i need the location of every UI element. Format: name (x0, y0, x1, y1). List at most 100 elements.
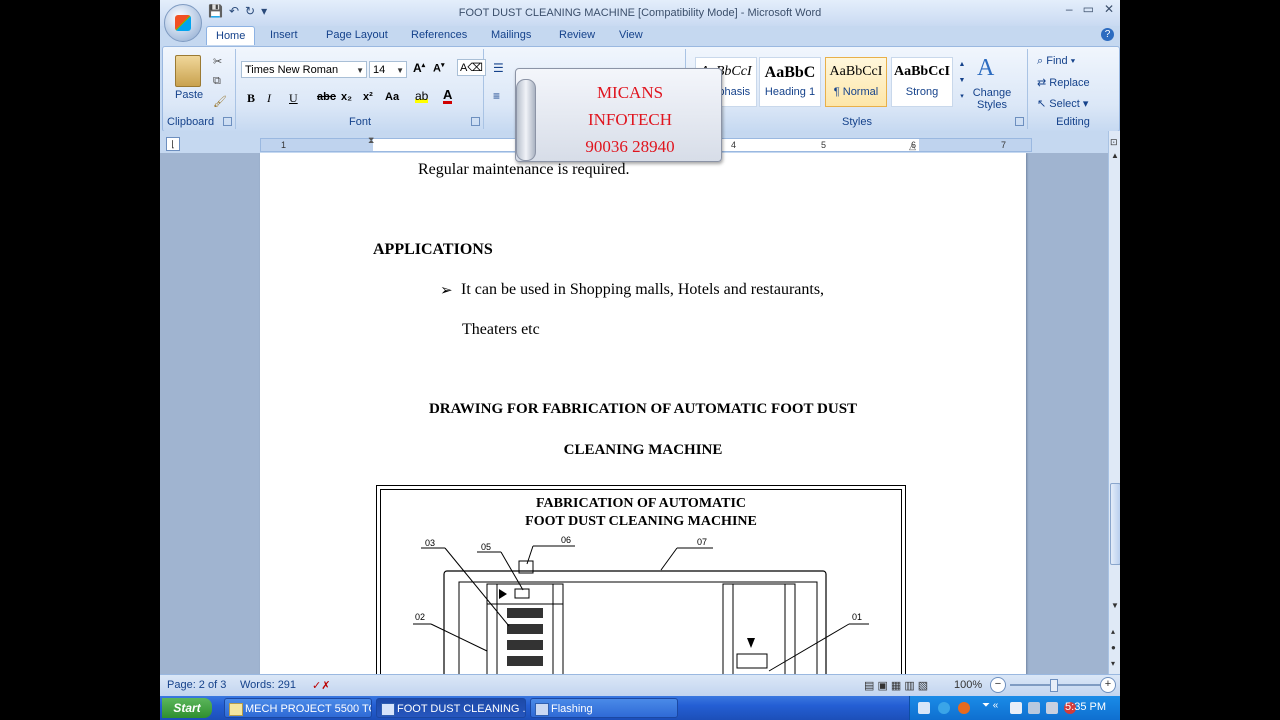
replace-icon: ⇄ (1037, 77, 1050, 89)
watermark-line-1: MICANS (596, 83, 664, 102)
bullets-icon[interactable]: ☰ (493, 61, 504, 75)
ruler-number: 1 (281, 140, 287, 150)
tab-references[interactable]: References (411, 29, 467, 41)
windows-taskbar: Start MECH PROJECT 5500 TO... FOOT DUST … (160, 696, 1120, 720)
font-family-combo[interactable]: Times New Roman ▼ (241, 61, 367, 78)
font-color-icon[interactable]: A (443, 88, 453, 104)
heading-applications: APPLICATIONS (373, 241, 493, 258)
style-name: Strong (905, 86, 939, 98)
browse-object-icon[interactable]: ● (1111, 643, 1116, 652)
select-button[interactable]: ↖ Select ▾ (1037, 97, 1088, 110)
clipboard-group: Paste ✂ ⧉ 🖌 Clipboard (163, 49, 236, 129)
format-painter-icon[interactable]: 🖌 (213, 95, 227, 108)
help-icon[interactable]: ? (1101, 28, 1114, 41)
machine-schematic (413, 545, 869, 674)
page-count[interactable]: Page: 2 of 3 (167, 679, 226, 691)
shrink-font-icon[interactable]: A▾ (433, 61, 444, 75)
part-label-06: 06 (561, 535, 572, 545)
highlight-icon[interactable]: ab (415, 89, 429, 103)
font-launcher-icon[interactable] (471, 117, 480, 126)
right-indent-marker-icon[interactable]: △ (909, 141, 916, 152)
style-heading-1[interactable]: AaBbC Heading 1 (759, 57, 821, 107)
paste-icon[interactable] (175, 55, 201, 87)
start-button[interactable]: Start (162, 698, 212, 718)
styles-launcher-icon[interactable] (1015, 117, 1024, 126)
taskbar-item-label: Flashing (551, 703, 593, 715)
network-icon[interactable] (1010, 702, 1022, 714)
chevron-down-icon: ▼ (396, 66, 404, 75)
grow-font-icon[interactable]: A▴ (413, 61, 425, 75)
cut-icon[interactable]: ✂ (213, 55, 222, 68)
italic-button[interactable]: I (267, 91, 271, 106)
font-group: Times New Roman ▼ 14 ▼ A▴ A▾ A⌫ B I U abc … (237, 49, 486, 129)
change-case-button[interactable]: Aa (385, 91, 399, 103)
title-bar: 💾 ↶ ↻ ▾ FOOT DUST CLEANING MACHINE [Comp… (160, 0, 1120, 26)
underline-button[interactable]: U (289, 91, 298, 106)
superscript-button[interactable]: x² (363, 91, 373, 103)
browser-icon[interactable] (938, 702, 950, 714)
firefox-icon[interactable] (958, 702, 970, 714)
tab-review[interactable]: Review (559, 29, 595, 41)
binoculars-icon: ⌕ (1037, 55, 1047, 67)
watermark-line-2: INFOTECH (587, 110, 673, 129)
word-count[interactable]: Words: 291 (240, 679, 296, 691)
close-button[interactable]: ✕ (1104, 2, 1114, 16)
maximize-button[interactable]: ▭ (1083, 2, 1094, 16)
usb-icon[interactable] (1046, 702, 1058, 714)
scroll-thumb[interactable] (1110, 483, 1120, 565)
proofing-icon[interactable]: ✓✗ (312, 679, 330, 692)
tab-home[interactable]: Home (206, 26, 256, 45)
tab-insert[interactable]: Insert (270, 29, 298, 41)
style-sample: AaBbCcI (829, 64, 883, 79)
next-page-icon[interactable]: ▾ (1111, 659, 1115, 668)
change-styles-button[interactable]: Change Styles (971, 87, 1013, 111)
view-ruler-icon[interactable]: ⊡ (1110, 137, 1118, 148)
window-title: FOOT DUST CLEANING MACHINE [Compatibilit… (458, 7, 822, 19)
paste-button[interactable]: Paste (175, 89, 203, 101)
chevron-down-icon: ▼ (356, 66, 364, 75)
replace-button[interactable]: ⇄ Replace (1037, 76, 1090, 89)
taskbar-item-mech-project[interactable]: MECH PROJECT 5500 TO... (224, 698, 372, 718)
zoom-slider-thumb[interactable] (1050, 679, 1058, 692)
style-normal[interactable]: AaBbCcI ¶ Normal (825, 57, 887, 107)
tab-page-layout[interactable]: Page Layout (326, 29, 388, 41)
clear-formatting-icon[interactable]: A⌫ (457, 59, 486, 76)
zoom-level[interactable]: 100% (954, 679, 982, 691)
copy-icon[interactable]: ⧉ (213, 75, 221, 88)
subscript-button[interactable]: x₂ (341, 91, 352, 103)
tab-view[interactable]: View (619, 29, 643, 41)
previous-page-icon[interactable]: ▴ (1111, 627, 1115, 636)
minimize-button[interactable]: – (1066, 2, 1073, 16)
styles-scroll[interactable]: ▲ ▼ ▾ (957, 57, 967, 107)
tray-expand-icon[interactable]: ⏷ « (982, 700, 998, 711)
bold-button[interactable]: B (247, 91, 255, 106)
change-styles-icon[interactable]: A (977, 55, 994, 82)
strikethrough-button[interactable]: abc (317, 91, 336, 103)
find-button[interactable]: ⌕ Find ▾ (1037, 55, 1075, 68)
style-strong[interactable]: AaBbCcI Strong (891, 57, 953, 107)
indent-marker-icon[interactable]: ⧗ (368, 135, 374, 146)
tab-mailings[interactable]: Mailings (491, 29, 531, 41)
vertical-scrollbar[interactable]: ⊡ ▲ ▼ ▴ ● ▾ (1108, 131, 1120, 674)
zoom-slider[interactable] (1010, 679, 1102, 692)
scroll-down-icon[interactable]: ▼ (1111, 601, 1119, 610)
quick-launch-icon[interactable] (918, 702, 930, 714)
ruler-margin-left (261, 139, 373, 151)
document-page[interactable]: Regular maintenance is required. APPLICA… (260, 153, 1026, 674)
tab-selector-icon[interactable]: ⌊ (166, 137, 180, 151)
taskbar-item-flashing[interactable]: Flashing (530, 698, 678, 718)
cursor-icon: ↖ (1037, 98, 1050, 110)
zoom-in-icon[interactable]: + (1100, 677, 1116, 693)
scroll-up-icon[interactable]: ▲ (1111, 151, 1119, 160)
start-label: Start (173, 701, 201, 715)
office-button[interactable] (164, 4, 202, 42)
view-buttons[interactable]: ▤ ▣ ▦ ▥ ▧ (864, 679, 928, 692)
ruler-number: 5 (821, 140, 827, 150)
volume-icon[interactable] (1028, 702, 1040, 714)
taskbar-item-label: MECH PROJECT 5500 TO... (245, 703, 371, 715)
taskbar-item-word[interactable]: FOOT DUST CLEANING ... (376, 698, 526, 718)
align-left-icon[interactable]: ≡ (493, 89, 500, 103)
zoom-out-icon[interactable]: − (990, 677, 1006, 693)
font-size-combo[interactable]: 14 ▼ (369, 61, 407, 78)
clipboard-launcher-icon[interactable] (223, 117, 232, 126)
